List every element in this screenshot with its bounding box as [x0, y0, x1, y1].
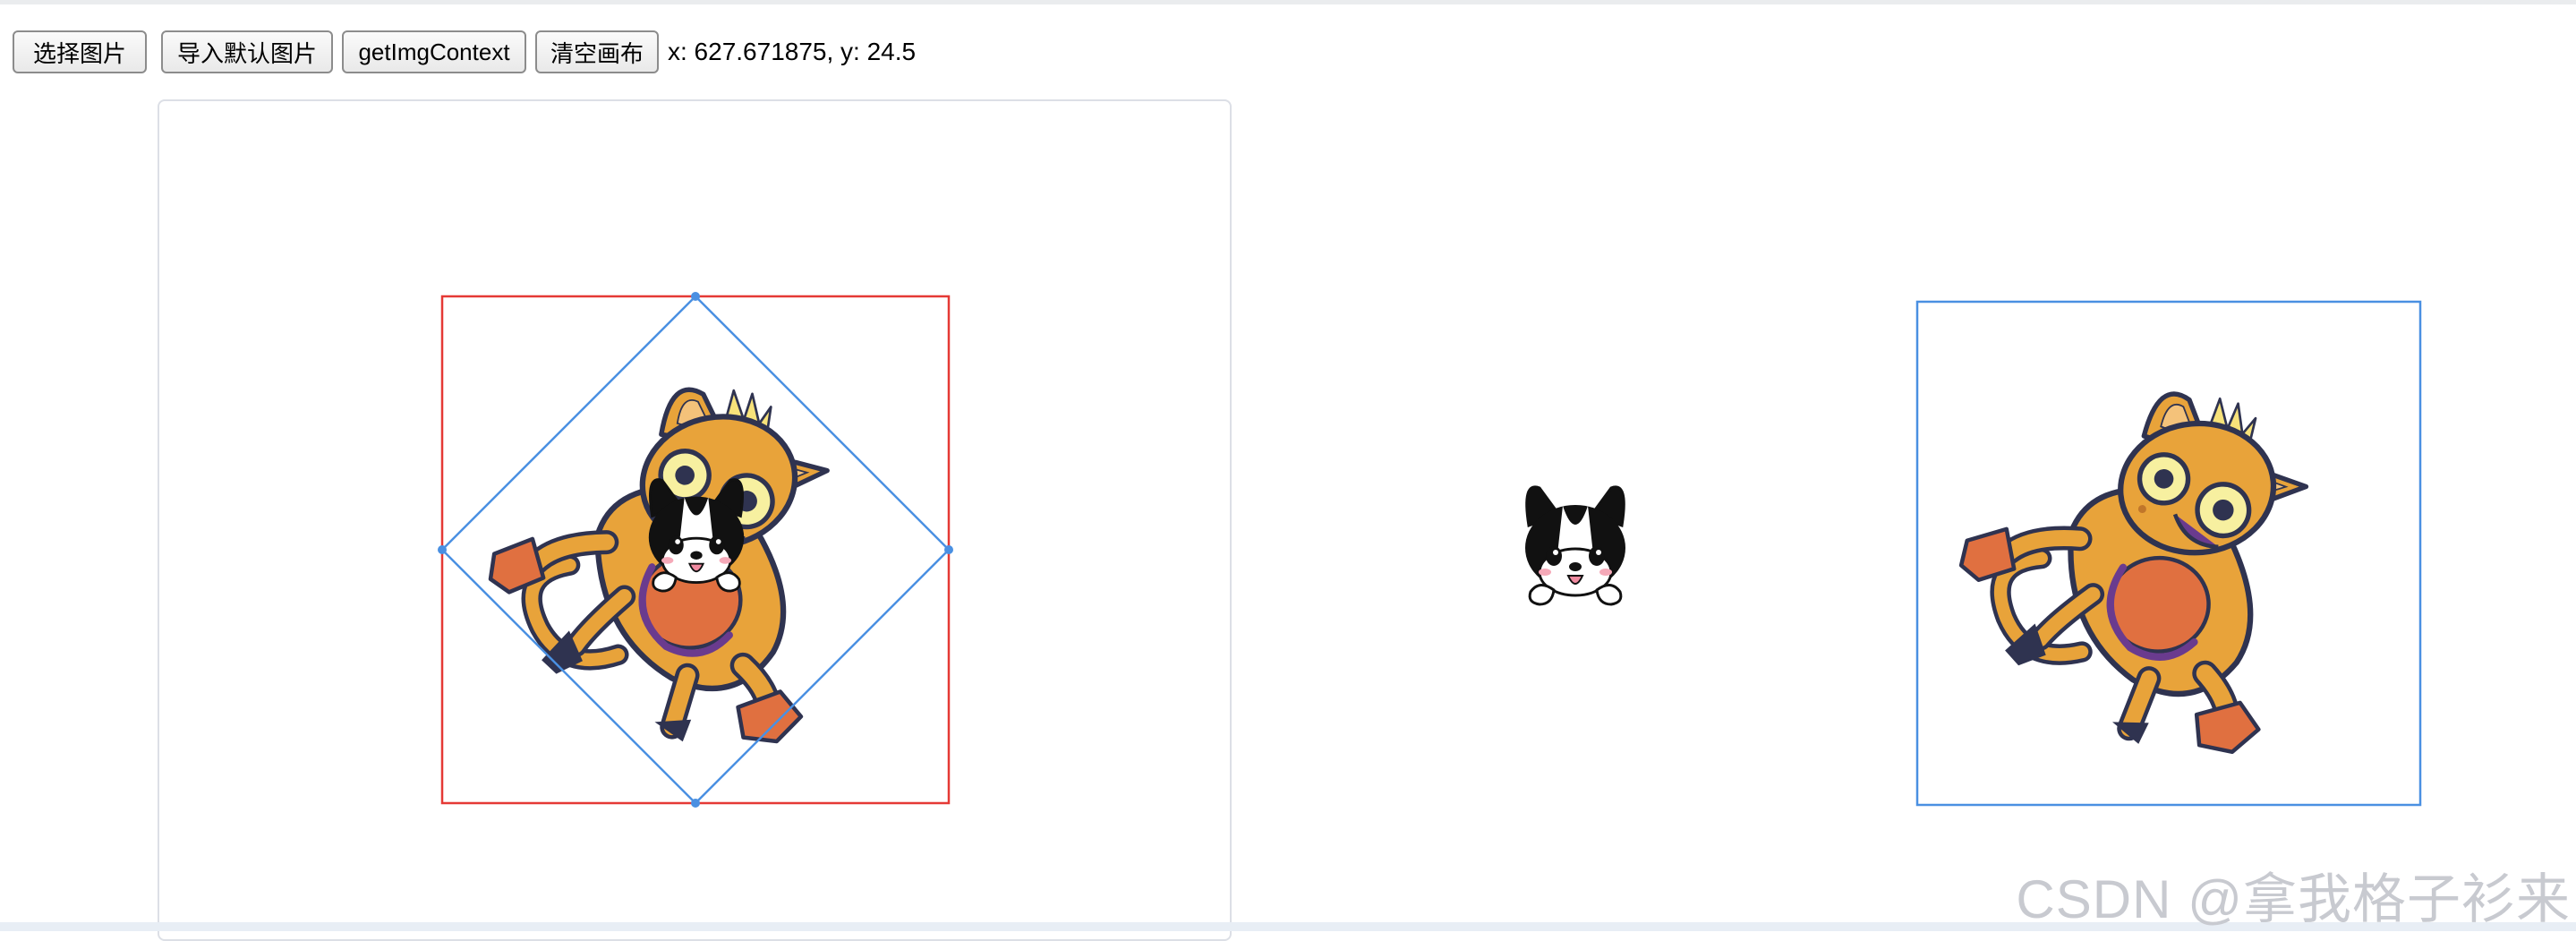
watermark: CSDN @拿我格子衫来 [2016, 869, 2571, 929]
toolbar: 选择图片 导入默认图片 getImgContext 清空画布 x: 627.67… [13, 30, 916, 73]
import-default-image-button[interactable]: 导入默认图片 [161, 30, 333, 73]
clear-canvas-button[interactable]: 清空画布 [535, 30, 659, 73]
top-border [0, 0, 2576, 4]
rotate-handle-top[interactable] [691, 292, 700, 301]
dog-sticker-preview [1523, 485, 1627, 606]
rotate-handle-right[interactable] [944, 545, 953, 554]
rotate-handle-left[interactable] [438, 545, 447, 554]
cursor-coordinates: x: 627.671875, y: 24.5 [668, 38, 917, 65]
cat-preview-image [1948, 383, 2328, 774]
get-img-context-button[interactable]: getImgContext [342, 30, 526, 73]
rotate-handle-bottom[interactable] [691, 799, 700, 808]
select-image-button[interactable]: 选择图片 [13, 30, 147, 73]
